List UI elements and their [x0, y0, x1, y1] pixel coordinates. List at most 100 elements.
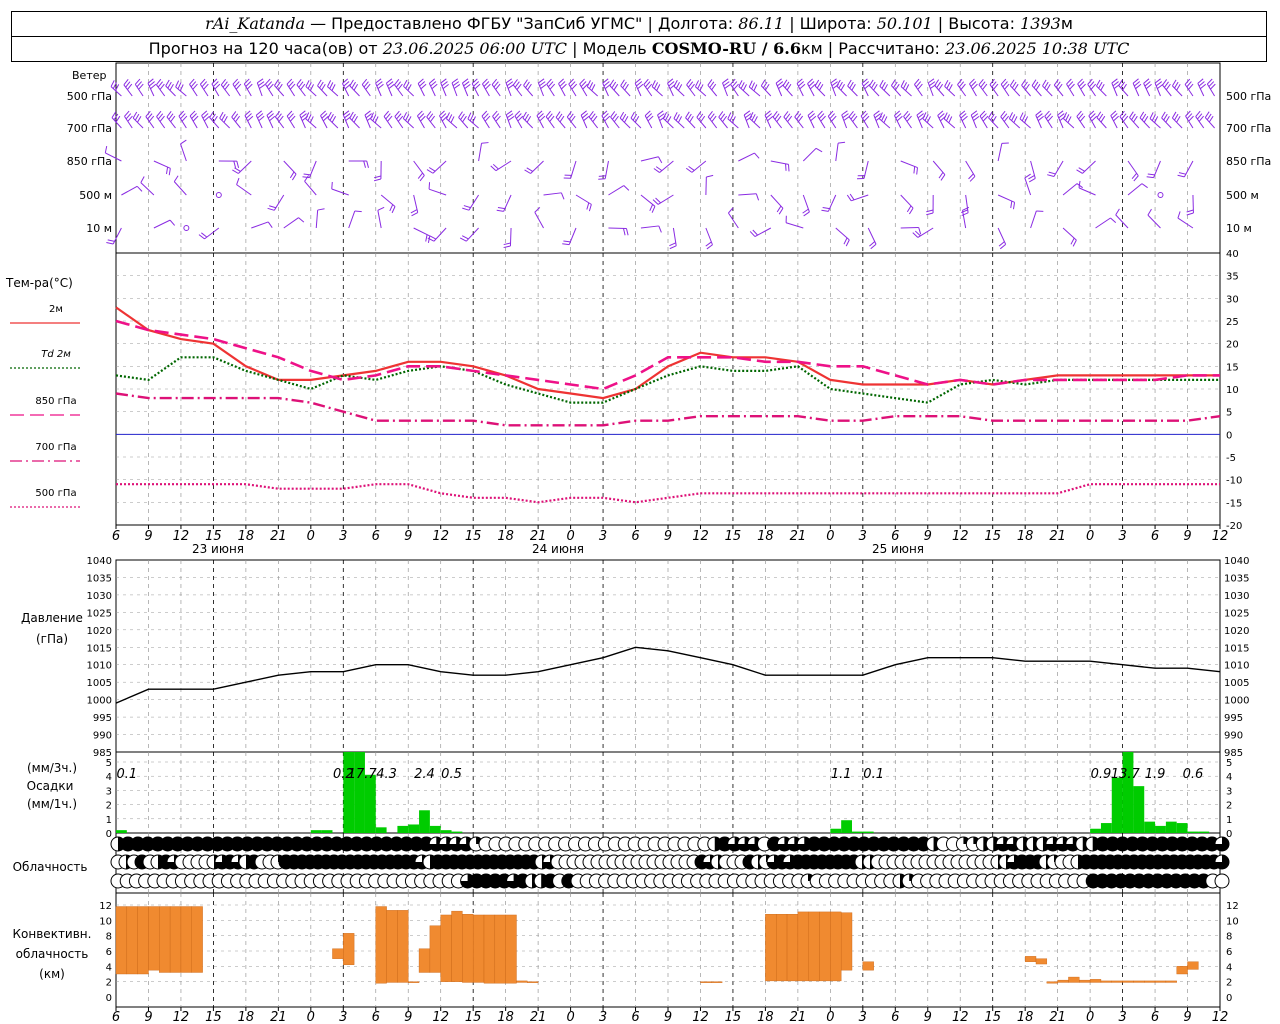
pres-ytick-right: 1005: [1224, 678, 1249, 689]
wind-barb: [220, 84, 231, 97]
temp-xtick-label: 18: [497, 529, 514, 544]
wind-barb: [738, 86, 750, 97]
wind-barb-flag: [224, 83, 230, 90]
wind-barb-flag: [1011, 81, 1017, 89]
wind-barb-flag: [1057, 110, 1064, 116]
conv-cloud-bar: [386, 910, 398, 983]
wind-barb-flag: [419, 175, 425, 182]
wind-barb: [783, 116, 793, 129]
wind-barb-flag: [656, 84, 661, 91]
conv-cloud-bar: [180, 906, 192, 973]
wind-barb-flag: [505, 110, 513, 116]
wind-barb-flag: [707, 111, 713, 118]
wind-barb-flag: [838, 141, 846, 144]
wind-barb-flag: [1163, 81, 1169, 88]
conv-xtick-label: 15: [725, 1010, 742, 1024]
temp-xtick-label: 12: [173, 529, 190, 544]
wind-barb-flag: [353, 115, 358, 123]
wind-barb-flag: [448, 114, 453, 121]
conv-cloud-bar: [126, 906, 138, 975]
wind-barb-flag: [1100, 115, 1106, 123]
wind-barb: [794, 116, 804, 129]
wind-barb-flag: [689, 115, 694, 123]
precip-3h-label: 13.7: [1111, 767, 1141, 782]
wind-barb-flag: [1146, 176, 1154, 179]
temp-ytick-right: 0: [1226, 430, 1232, 441]
wind-barb: [738, 193, 757, 196]
wind-barb-flag: [1186, 212, 1194, 216]
wind-barb: [522, 117, 534, 129]
wind-barb-flag: [127, 83, 133, 90]
wind-barb-flag: [1003, 115, 1010, 122]
wind-barb-flag: [169, 219, 176, 226]
conv-xtick-label: 15: [465, 1010, 482, 1024]
wind-barb-flag: [411, 212, 418, 217]
conv-xtick-label: 18: [757, 1010, 774, 1024]
conv-xtick-label: 12: [692, 1010, 709, 1024]
wind-barb-flag: [776, 115, 782, 122]
temp-ytick-right: 15: [1226, 362, 1239, 373]
day-label: 24 июня: [532, 542, 584, 556]
wind-barb: [274, 85, 285, 97]
wind-barb: [944, 86, 956, 97]
wind-barb-flag: [276, 113, 282, 120]
precip-bar: [852, 831, 863, 833]
precip-bar: [440, 830, 452, 833]
conv-xtick-label: 3: [1118, 1010, 1126, 1024]
wind-barb-flag: [1096, 111, 1102, 118]
wind-barb: [317, 85, 328, 97]
conv-xtick-label: 6: [112, 1010, 120, 1024]
conv-cloud-bar: [765, 914, 777, 982]
temp-xtick-label: 6: [112, 529, 120, 544]
wind-barb-flag: [1141, 183, 1148, 189]
pres-ytick-right: 995: [1224, 713, 1243, 724]
temp-xtick-label: 3: [859, 529, 867, 544]
wind-barb-flag: [469, 114, 474, 122]
wind-barb-flag: [982, 83, 988, 90]
wind-barb-flag: [231, 111, 237, 118]
wind-barb-flag: [296, 79, 302, 86]
wind-barb-flag: [760, 79, 766, 87]
wind-barb-flag: [764, 83, 770, 91]
wind-barb-flag: [622, 81, 627, 89]
wind-barb: [686, 84, 696, 97]
wind-barb-flag: [938, 83, 944, 91]
wind-barb: [1195, 116, 1205, 129]
wind-barb-flag: [300, 83, 306, 90]
wind-barb: [772, 116, 783, 129]
wind-barb-flag: [1070, 237, 1075, 245]
wind-barb-flag: [106, 242, 114, 245]
wind-barb-flag: [1147, 173, 1155, 176]
wind-barb-flag: [1177, 174, 1185, 178]
temp-panel-label: Тем-ра(°C): [5, 276, 73, 290]
wind-barb-flag: [580, 110, 587, 116]
conv-cloud-bar: [169, 906, 182, 973]
wind-barb: [900, 86, 912, 97]
temp-xtick-label: 9: [404, 529, 412, 544]
wind-barb-flag: [452, 81, 460, 87]
wind-barb-flag: [463, 81, 470, 87]
wind-barb-flag: [351, 113, 356, 121]
conv-cloud-bar: [808, 911, 820, 982]
wind-barb-flag: [783, 111, 789, 118]
wind-barb-flag: [794, 111, 800, 118]
precip-bar: [1187, 831, 1199, 833]
wind-barb-flag: [460, 113, 465, 120]
wind-barb-flag: [1047, 174, 1055, 178]
wind-barb-flag: [391, 206, 396, 214]
wind-barb-flag: [115, 115, 121, 123]
wind-barb-flag: [125, 81, 131, 88]
precip-ytick-right: 3: [1226, 786, 1232, 797]
wind-barb: [1000, 116, 1010, 129]
conv-cloud-bar: [1144, 980, 1156, 983]
wind-barb-flag: [136, 116, 142, 123]
wind-barb: [835, 143, 839, 162]
wind-barb-flag: [417, 172, 423, 179]
wind-barb-flag: [298, 81, 304, 88]
temp-xtick-label: 12: [692, 529, 709, 544]
conv-cloud-bar: [797, 911, 809, 982]
wind-barb-flag: [1009, 79, 1015, 86]
wind-barb: [132, 117, 144, 129]
wind-barb-flag: [555, 111, 561, 118]
wind-barb-flag: [289, 171, 295, 179]
